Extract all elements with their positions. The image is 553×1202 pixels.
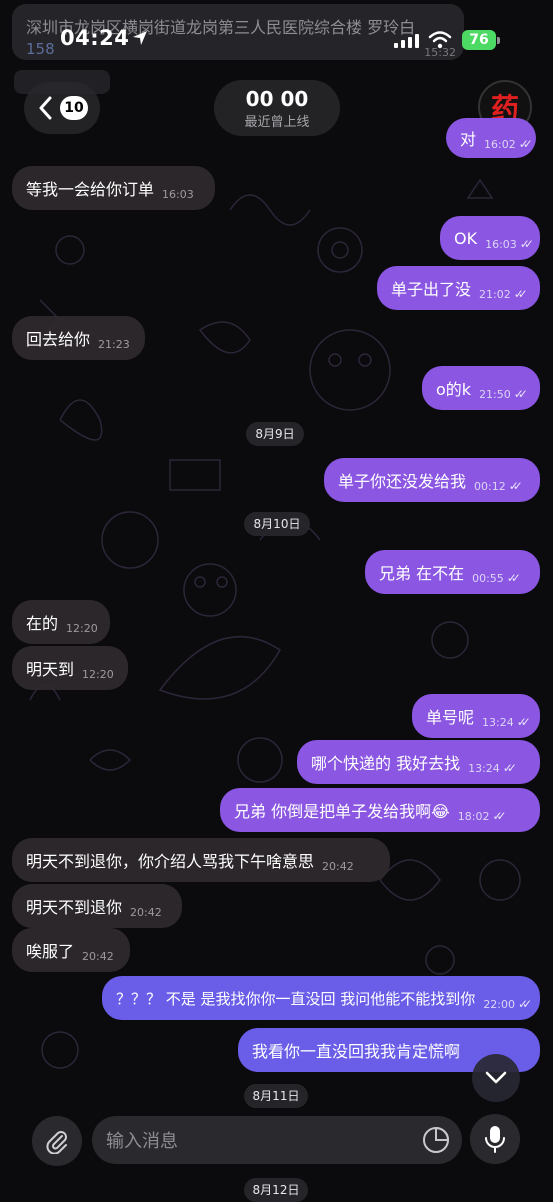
message-time: 12:20 [66,621,98,635]
message-time: 00:12 [474,479,506,493]
message-time: 16:03 [485,237,517,251]
message-text: 兄弟 你倒是把单子发给我啊😂 [234,802,450,821]
paperclip-icon [46,1131,67,1154]
message-text: ？？？ 不是 是我找你你一直没回 我问他能不能找到你 [116,989,476,1008]
message-text: 回去给你 [26,330,91,349]
message-bubble-incoming[interactable]: 在的 12:20 [12,600,110,644]
chat-title[interactable]: 00 00 最近曾上线 [214,80,340,136]
message-bubble-outgoing[interactable]: 兄弟 在不在 00:55 ✓✓ [365,550,540,594]
message-time: 21:50 [479,387,511,401]
message-bubble-outgoing[interactable]: 单号呢 13:24 ✓✓ [412,694,540,738]
microphone-icon [485,1126,505,1153]
message-bubble-outgoing[interactable]: 兄弟 你倒是把单子发给我啊😂 18:02 ✓✓ [220,788,540,832]
message-input[interactable]: 输入消息 [92,1116,462,1164]
read-receipt-icon: ✓✓ [518,137,533,151]
last-seen-status: 最近曾上线 [244,115,310,130]
read-receipt-icon: ✓✓ [506,571,521,585]
message-bubble-incoming[interactable]: 明天不到退你 20:42 [12,884,182,928]
notification-number: 158 [26,40,55,58]
date-separator: 8月10日 [244,512,310,536]
message-bubble-outgoing[interactable]: 单子你还没发给我 00:12 ✓✓ [324,458,540,502]
date-separator: 8月11日 [244,1084,308,1108]
message-time: 21:23 [98,337,130,351]
back-button[interactable]: 10 [24,82,100,134]
battery-tip [497,37,500,44]
message-text: 明天不到退你，你介绍人骂我下午啥意思 [26,852,315,871]
battery-indicator: 76 [462,30,496,50]
message-bubble-incoming[interactable]: 明天到 12:20 [12,646,128,690]
cellular-signal-icon [394,34,419,48]
message-bubble-outgoing[interactable]: 对 16:02 ✓✓ [446,118,536,158]
message-time: 12:20 [82,667,114,681]
message-time: 18:02 [457,809,490,823]
read-receipt-icon: ✓✓ [492,809,507,823]
message-time: 20:42 [130,905,162,919]
message-bubble-incoming[interactable]: 回去给你 21:23 [12,316,145,360]
message-time: 16:02 [484,137,516,151]
message-text: 在的 [26,614,59,633]
chevron-left-icon [39,96,52,120]
message-text: o的k [436,380,472,399]
message-bubble-incoming[interactable]: 明天不到退你，你介绍人骂我下午啥意思 20:42 [12,838,390,882]
attach-button[interactable] [32,1116,82,1166]
message-time: 13:24 [468,761,500,775]
message-text: 明天到 [26,660,75,679]
message-time: 21:02 [479,287,511,301]
message-input-placeholder: 输入消息 [106,1131,178,1152]
status-time: 04:24 [60,26,130,50]
contact-name: 00 00 [245,87,309,111]
date-separator: 8月9日 [246,422,304,446]
message-time: 20:42 [82,949,114,963]
read-receipt-icon: ✓✓ [508,479,523,493]
message-time: 13:24 [482,715,514,729]
read-receipt-icon: ✓✓ [519,237,534,251]
message-time: 16:03 [162,187,194,201]
date-separator: 8月12日 [244,1178,308,1202]
unread-count-badge: 10 [60,96,88,120]
message-time: 22:00 [483,997,516,1011]
message-text: 单号呢 [426,708,475,727]
read-receipt-icon: ✓✓ [513,287,528,301]
message-bubble-outgoing[interactable]: 哪个快递的 我好去找 13:24 ✓✓ [297,740,540,784]
read-receipt-icon: ✓✓ [516,715,531,729]
message-bubble-outgoing[interactable]: 单子出了没 21:02 ✓✓ [377,266,540,310]
message-text: 唉服了 [26,942,75,961]
message-text: 我看你一直没回我我肯定慌啊 [252,1042,461,1061]
location-arrow-icon [133,31,147,45]
message-bubble-incoming[interactable]: 等我一会给你订单 16:03 [12,166,215,210]
message-text: OK [454,228,478,248]
read-receipt-icon: ✓✓ [518,997,532,1011]
message-text: 哪个快递的 我好去找 [311,754,461,773]
message-time: 20:42 [322,859,354,873]
message-bubble-outgoing[interactable]: ？？？ 不是 是我找你你一直没回 我问他能不能找到你 22:00 ✓✓ [102,976,540,1020]
chevron-down-icon [485,1071,507,1084]
message-text: 对 [460,130,477,149]
message-text: 单子出了没 [391,280,472,299]
read-receipt-icon: ✓✓ [502,761,517,775]
message-bubble-outgoing[interactable]: OK 16:03 ✓✓ [440,216,540,260]
message-text: 单子你还没发给我 [338,472,467,491]
sticker-icon[interactable] [420,1124,452,1156]
message-bubble-outgoing[interactable]: o的k 21:50 ✓✓ [422,366,540,410]
message-text: 等我一会给你订单 [26,180,155,199]
message-text: 兄弟 在不在 [379,564,465,583]
wifi-icon [428,31,452,49]
message-bubble-incoming[interactable]: 唉服了 20:42 [12,928,130,972]
microphone-button[interactable] [470,1114,520,1164]
message-text: 明天不到退你 [26,898,123,917]
scroll-to-bottom-button[interactable] [472,1054,520,1102]
message-time: 00:55 [472,571,504,585]
read-receipt-icon: ✓✓ [513,387,528,401]
